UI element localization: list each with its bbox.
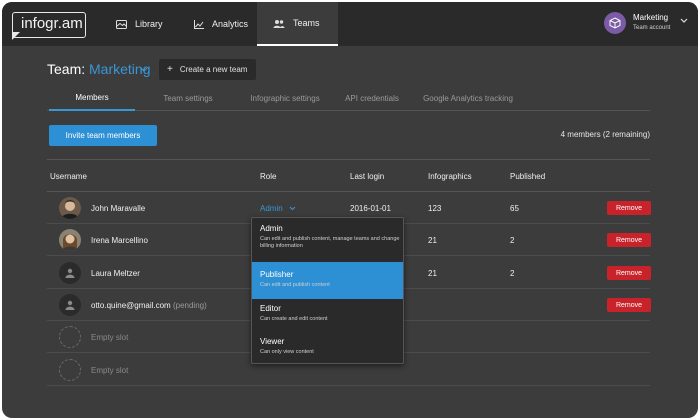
tab-infographic-settings[interactable]: Infographic settings xyxy=(235,86,335,111)
last-login: 2016-01-01 xyxy=(350,204,391,213)
library-icon xyxy=(116,19,127,29)
role-option-title: Editor xyxy=(260,304,281,313)
role-select[interactable]: Admin xyxy=(260,204,296,213)
logo-tail xyxy=(12,32,20,40)
role-option-desc: Can only view content xyxy=(260,349,314,355)
nav-analytics[interactable]: Analytics xyxy=(178,2,264,46)
nav-library-label: Library xyxy=(135,19,163,29)
account-type: Team account xyxy=(633,25,671,31)
nav-library[interactable]: Library xyxy=(100,2,179,46)
empty-avatar xyxy=(59,326,81,348)
nav-teams-label: Teams xyxy=(293,18,320,28)
role-option-desc: Can edit and publish content xyxy=(260,282,330,288)
logo[interactable]: infogr.am xyxy=(12,12,86,38)
team-chevron-down-icon[interactable] xyxy=(140,67,148,73)
role-option-title: Admin xyxy=(260,224,283,233)
remove-button[interactable]: Remove xyxy=(607,201,651,215)
table-header: Username Role Last login Infographics Pu… xyxy=(47,159,650,192)
column-username: Username xyxy=(50,172,87,181)
teams-icon xyxy=(273,19,285,28)
published-count: 2 xyxy=(510,269,515,278)
role-dropdown-menu: Admin Can edit and publish content, mana… xyxy=(251,217,404,364)
tab-google-analytics[interactable]: Google Analytics tracking xyxy=(418,86,518,111)
avatar xyxy=(59,294,81,316)
remove-button[interactable]: Remove xyxy=(607,266,651,280)
avatar xyxy=(59,229,81,251)
role-option-desc: Can create and edit content xyxy=(260,316,328,322)
account-menu[interactable]: Marketing Team account xyxy=(604,12,694,38)
create-team-button[interactable]: + Create a new team xyxy=(159,59,256,80)
team-tabs: Members Team settings Infographic settin… xyxy=(47,86,650,111)
role-option-viewer[interactable]: Viewer Can only view content xyxy=(252,337,403,365)
team-title: Team: Marketing xyxy=(47,61,150,77)
cube-icon xyxy=(604,12,626,34)
account-name: Marketing xyxy=(633,13,669,22)
avatar xyxy=(59,262,81,284)
analytics-icon xyxy=(194,19,204,29)
column-last-login: Last login xyxy=(350,172,385,181)
user-name: Irena Marcellino xyxy=(91,236,148,245)
column-published: Published xyxy=(510,172,546,181)
role-option-title: Publisher xyxy=(260,270,294,279)
remove-button[interactable]: Remove xyxy=(607,233,651,247)
remove-button[interactable]: Remove xyxy=(607,298,651,312)
create-team-label: Create a new team xyxy=(179,65,248,74)
published-count: 2 xyxy=(510,236,515,245)
role-value: Admin xyxy=(260,204,283,213)
published-count: 65 xyxy=(510,204,519,213)
invite-members-button[interactable]: Invite team members xyxy=(49,125,157,146)
avatar xyxy=(59,197,81,219)
tab-members[interactable]: Members xyxy=(49,86,135,111)
user-icon xyxy=(65,300,75,310)
role-option-desc: Can edit and publish content, manage tea… xyxy=(260,236,400,249)
pending-label: (pending) xyxy=(172,301,207,310)
role-option-publisher[interactable]: Publisher Can edit and publish content xyxy=(252,262,403,299)
nav-teams[interactable]: Teams xyxy=(257,2,338,46)
app-window: infogr.am Library Analytics Teams Market… xyxy=(2,2,698,418)
user-email: otto.quine@gmail.com (pending) xyxy=(91,301,207,310)
infographics-count: 21 xyxy=(428,236,437,245)
tab-api-credentials[interactable]: API credentials xyxy=(336,86,408,111)
infographics-count: 21 xyxy=(428,269,437,278)
team-prefix: Team: xyxy=(47,61,86,77)
user-name: John Maravalle xyxy=(91,204,146,213)
role-option-admin[interactable]: Admin Can edit and publish content, mana… xyxy=(252,224,403,264)
infographics-count: 123 xyxy=(428,204,442,213)
email-text: otto.quine@gmail.com xyxy=(91,301,171,310)
nav-analytics-label: Analytics xyxy=(212,19,249,29)
chevron-down-icon xyxy=(289,206,296,211)
column-role: Role xyxy=(260,172,277,181)
plus-icon: + xyxy=(167,64,173,75)
user-icon xyxy=(65,268,75,278)
role-option-title: Viewer xyxy=(260,337,285,346)
role-option-editor[interactable]: Editor Can create and edit content xyxy=(252,304,403,334)
empty-slot-label: Empty slot xyxy=(91,366,129,375)
empty-avatar xyxy=(59,359,81,381)
column-infographics: Infographics xyxy=(428,172,472,181)
empty-slot-label: Empty slot xyxy=(91,333,129,342)
user-name: Laura Meltzer xyxy=(91,269,140,278)
chevron-down-icon xyxy=(680,18,688,23)
tab-team-settings[interactable]: Team settings xyxy=(154,86,222,111)
members-count: 4 members (2 remaining) xyxy=(560,130,650,139)
top-nav: infogr.am Library Analytics Teams Market… xyxy=(2,2,698,46)
